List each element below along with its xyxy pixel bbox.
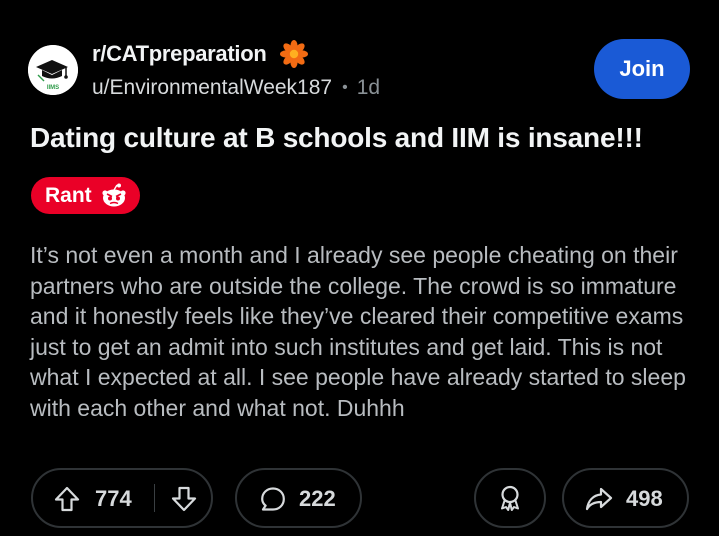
vote-score: 774 [95, 486, 132, 511]
svg-text:IIMS: IIMS [47, 85, 59, 91]
vote-divider [154, 484, 155, 512]
post-body[interactable]: It’s not even a month and I already see … [30, 240, 700, 423]
meta-separator: • [342, 79, 348, 96]
comment-icon [259, 485, 287, 513]
join-button[interactable]: Join [594, 39, 690, 99]
post-card: IIMS r/CATpreparation u/EnvironmentalWee… [0, 0, 719, 536]
comment-count: 222 [299, 486, 336, 511]
post-age: 1d [356, 76, 381, 99]
share-count: 498 [626, 486, 663, 511]
share-icon [584, 485, 614, 513]
share-button[interactable]: 498 [562, 468, 689, 528]
flair-label: Rant [45, 183, 92, 207]
angry-snoo-icon [100, 183, 128, 209]
subreddit-avatar[interactable]: IIMS [28, 45, 78, 95]
upvote-icon[interactable] [53, 485, 81, 513]
award-icon [496, 484, 524, 512]
comments-button[interactable]: 222 [235, 468, 362, 528]
vote-bar: 774 [31, 468, 213, 528]
flower-award-icon [279, 39, 309, 74]
subreddit-name[interactable]: r/CATpreparation [92, 41, 267, 67]
flair-badge[interactable]: Rant [31, 177, 140, 214]
graduation-cap-icon: IIMS [28, 45, 78, 95]
downvote-icon[interactable] [170, 485, 198, 513]
post-meta: u/EnvironmentalWeek187 • 1d [92, 76, 380, 100]
author-username[interactable]: u/EnvironmentalWeek187 [92, 76, 332, 100]
post-title[interactable]: Dating culture at B schools and IIM is i… [30, 122, 643, 154]
award-button[interactable] [474, 468, 546, 528]
